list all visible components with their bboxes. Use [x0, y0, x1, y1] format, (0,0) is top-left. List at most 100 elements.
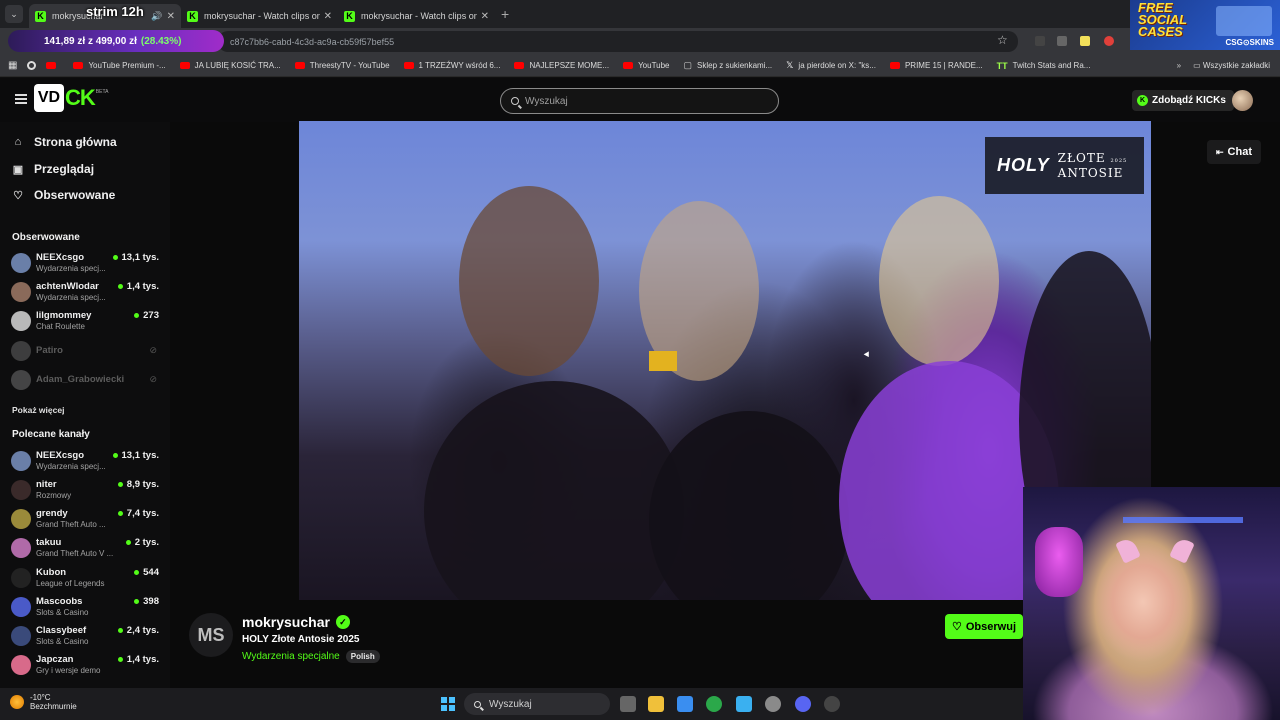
recommended-channel[interactable]: Classybeef Slots & Casino 2,4 tys.: [11, 623, 161, 649]
followed-channel[interactable]: NEEXcsgo Wydarzenia specj... 13,1 tys.: [11, 250, 161, 276]
store-icon[interactable]: [677, 696, 693, 712]
channel-category: Grand Theft Auto ...: [36, 520, 106, 529]
viewer-count: 544: [134, 567, 159, 578]
channel-name: Japczan: [36, 654, 74, 665]
recommended-channel[interactable]: Japczan Gry i wersje demo 1,4 tys.: [11, 652, 161, 678]
home-icon: ⌂: [14, 136, 22, 148]
viewer-count-value: 2 tys.: [134, 537, 159, 548]
followed-channel[interactable]: achtenWlodar Wydarzenia specj... 1,4 tys…: [11, 279, 161, 305]
bookmark-item[interactable]: TT Twitch Stats and Ra...: [997, 61, 1091, 71]
settings-icon[interactable]: [765, 696, 781, 712]
close-tab-icon[interactable]: ✕: [481, 11, 489, 22]
recommended-channel[interactable]: Mascoobs Slots & Casino 398: [11, 594, 161, 620]
live-dot-icon: [117, 482, 123, 487]
viewer-count: 1,4 tys.: [117, 654, 159, 665]
recommended-channel[interactable]: NEEXcsgo Wydarzenia specj... 13,1 tys.: [11, 448, 161, 474]
youtube-icon: [403, 62, 414, 69]
bookmark-item[interactable]: YouTube Premium -...: [73, 61, 166, 70]
steam-icon[interactable]: [824, 696, 840, 712]
show-more-link[interactable]: Pokaż więcej: [12, 405, 64, 415]
followed-channel-offline[interactable]: Patiro ⊘: [11, 338, 161, 364]
avatar: [11, 451, 31, 471]
new-tab-button[interactable]: +: [501, 6, 509, 22]
streamer-name-row[interactable]: mokrysuchar ✓: [242, 614, 350, 630]
extension-icon[interactable]: [1057, 36, 1067, 46]
app-icon[interactable]: [736, 696, 752, 712]
followed-section-title: Obserwowane: [12, 232, 80, 243]
extension-icon[interactable]: [1035, 36, 1045, 46]
bookmark-item[interactable]: JA LUBIĘ KOSIĆ TRA...: [179, 61, 281, 70]
avatar: [11, 538, 31, 558]
stock-ticker-widget: 141,89 zł z 499,00 zł (28.43%): [8, 30, 224, 52]
chrome-icon[interactable]: [27, 61, 37, 70]
all-bookmarks[interactable]: » ▭ Wszystkie zakładki: [1177, 61, 1270, 70]
channel-category: Chat Roulette: [36, 322, 85, 331]
url-field[interactable]: c87c7bb6-cabd-4c3d-ac9a-cb59f57bef55: [218, 31, 1018, 52]
bookmark-star-icon[interactable]: ☆: [997, 33, 1008, 47]
youtube-bookmark[interactable]: [46, 62, 61, 69]
avatar: [11, 509, 31, 529]
channel-name: grendy: [36, 508, 68, 519]
recommended-channel[interactable]: grendy Grand Theft Auto ... 7,4 tys.: [11, 506, 161, 532]
file-explorer-icon[interactable]: [648, 696, 664, 712]
bookmark-item[interactable]: ▢ Sklep z sukienkami...: [684, 60, 773, 71]
tab-search-dropdown[interactable]: ⌄: [5, 5, 23, 23]
bookmark-item[interactable]: YouTube: [623, 61, 670, 70]
speaker-icon[interactable]: 🔊: [151, 11, 162, 22]
site-header: VD CK BETA Wyszukaj K Zdobądź KICKs: [0, 78, 1280, 122]
weather-text: -10°C Bezchmurnie: [30, 693, 77, 711]
streamer-avatar[interactable]: MS: [189, 613, 233, 657]
live-dot-icon: [117, 657, 123, 662]
discord-icon[interactable]: [795, 696, 811, 712]
search-input[interactable]: Wyszukaj: [500, 88, 779, 114]
extension-icon[interactable]: [1080, 36, 1090, 46]
channel-category: Wydarzenia specj...: [36, 462, 106, 471]
advertisement-banner[interactable]: FREE SOCIAL CASES CSG⊙SKINS: [1130, 0, 1280, 50]
viewer-count-value: 544: [143, 567, 159, 578]
streamer-name: mokrysuchar: [242, 614, 330, 630]
followed-channel-offline[interactable]: Adam_Grabowiecki ⊘: [11, 367, 161, 393]
windows-start-icon[interactable]: [441, 697, 455, 711]
weather-widget[interactable]: -10°C Bezchmurnie: [10, 693, 77, 711]
youtube-icon: [179, 62, 190, 69]
site-logo[interactable]: VD CK BETA: [34, 84, 108, 112]
close-tab-icon[interactable]: ✕: [167, 11, 175, 22]
taskbar-search[interactable]: Wyszukaj: [464, 693, 610, 715]
stream-overlay-text: strim 12h: [86, 4, 144, 19]
chat-toggle-button[interactable]: ⇤ Chat: [1207, 140, 1261, 164]
task-view-icon[interactable]: [620, 696, 636, 712]
followed-channel[interactable]: lilgmommey Chat Roulette 273: [11, 308, 161, 334]
get-kicks-button[interactable]: K Zdobądź KICKs: [1132, 90, 1234, 111]
webcam-overlay: [1023, 487, 1280, 720]
search-icon: [511, 97, 519, 105]
bookmark-item[interactable]: ThreestyTV - YouTube: [294, 61, 390, 70]
recommended-channel[interactable]: takuu Grand Theft Auto V ... 2 tys.: [11, 535, 161, 561]
tab[interactable]: K mokrysuchar - Watch clips on K ✕: [181, 4, 338, 28]
viewer-count: 7,4 tys.: [117, 508, 159, 519]
nav-home[interactable]: ⌂ Strona główna: [12, 132, 117, 152]
follow-button[interactable]: ♡ Obserwuj: [945, 614, 1023, 639]
bookmark-item[interactable]: PRIME 15 | RANDE...: [889, 61, 983, 70]
bookmark-item[interactable]: 𝕏ja pierdole on X: "ks...: [786, 60, 876, 71]
bookmark-item[interactable]: NAJLEPSZE MOME...: [514, 61, 609, 70]
menu-icon[interactable]: [15, 94, 27, 104]
nav-label: Obserwowane: [34, 188, 116, 202]
chrome-icon[interactable]: [706, 696, 722, 712]
microphone: [1035, 527, 1083, 597]
stream-category[interactable]: Wydarzenia specjalne: [242, 651, 340, 662]
user-avatar[interactable]: [1232, 90, 1253, 111]
tab[interactable]: K mokrysuchar - Watch clips on K ✕: [338, 4, 495, 28]
nav-browse[interactable]: ▣ Przeglądaj: [12, 159, 94, 179]
bookmark-item[interactable]: 1 TRZEŹWY wśród 6...: [403, 61, 500, 70]
viewer-count-value: 1,4 tys.: [126, 281, 159, 292]
nav-following[interactable]: ♡ Obserwowane: [12, 185, 115, 205]
recommended-channel[interactable]: Kubon League of Legends 544: [11, 565, 161, 591]
viewer-count: 1,4 tys.: [117, 281, 159, 292]
apps-grid-icon[interactable]: ▦: [8, 60, 17, 71]
live-dot-icon: [134, 570, 140, 575]
avatar: [11, 282, 31, 302]
extension-icon[interactable]: [1104, 36, 1114, 46]
language-tag[interactable]: Polish: [345, 650, 380, 663]
recommended-channel[interactable]: niter Rozmowy 8,9 tys.: [11, 477, 161, 503]
close-tab-icon[interactable]: ✕: [324, 11, 332, 22]
